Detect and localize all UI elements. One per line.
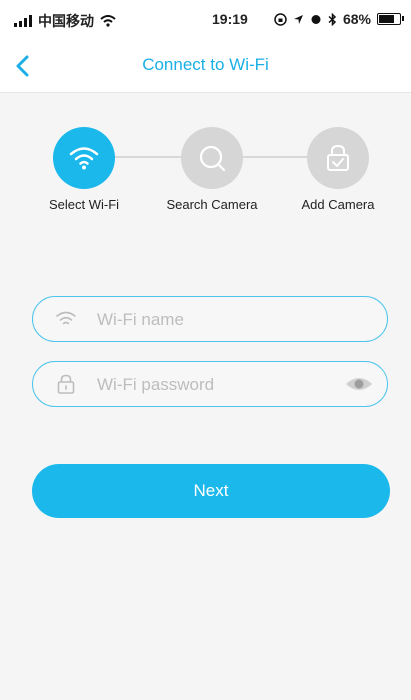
step-label-search-camera: Search Camera (166, 197, 258, 212)
step-select-wifi (53, 127, 115, 189)
step-label-select-wifi: Select Wi-Fi (48, 197, 120, 212)
wifi-name-input[interactable] (95, 297, 359, 343)
step-label-add-camera: Add Camera (301, 197, 375, 212)
step-search-camera (181, 127, 243, 189)
carrier-name: 中国移动 (38, 13, 94, 29)
wifi-icon (56, 311, 76, 325)
eye-icon[interactable] (345, 375, 373, 393)
step-indicator: Select Wi-Fi Search Camera Add Camera (0, 124, 411, 224)
battery-fill (379, 15, 394, 23)
status-right: 68% (274, 11, 404, 27)
lock-check-icon (327, 144, 349, 171)
battery-icon (377, 13, 404, 25)
wifi-name-field (32, 296, 388, 343)
bluetooth-icon (328, 12, 337, 26)
battery-percent: 68% (342, 11, 371, 27)
nav-bar: Connect to Wi-Fi (0, 40, 411, 93)
wifi-status-icon (100, 15, 116, 27)
step-connector (115, 156, 181, 158)
location-icon (293, 14, 303, 24)
next-button[interactable]: Next (32, 464, 390, 518)
search-icon (199, 145, 226, 172)
status-left: 中国移动 (14, 11, 116, 31)
lock-icon (57, 374, 75, 394)
alarm-icon (311, 15, 321, 24)
wifi-password-input[interactable] (95, 362, 359, 408)
status-time: 19:19 (212, 11, 248, 27)
step-add-camera (307, 127, 369, 189)
step-connector (243, 156, 307, 158)
page-title: Connect to Wi-Fi (142, 55, 269, 74)
wifi-password-field (32, 361, 388, 408)
status-bar: 中国移动 19:19 68% (0, 0, 411, 40)
wifi-icon (69, 147, 99, 170)
rotation-lock-icon (274, 12, 287, 26)
signal-icon (14, 15, 32, 27)
